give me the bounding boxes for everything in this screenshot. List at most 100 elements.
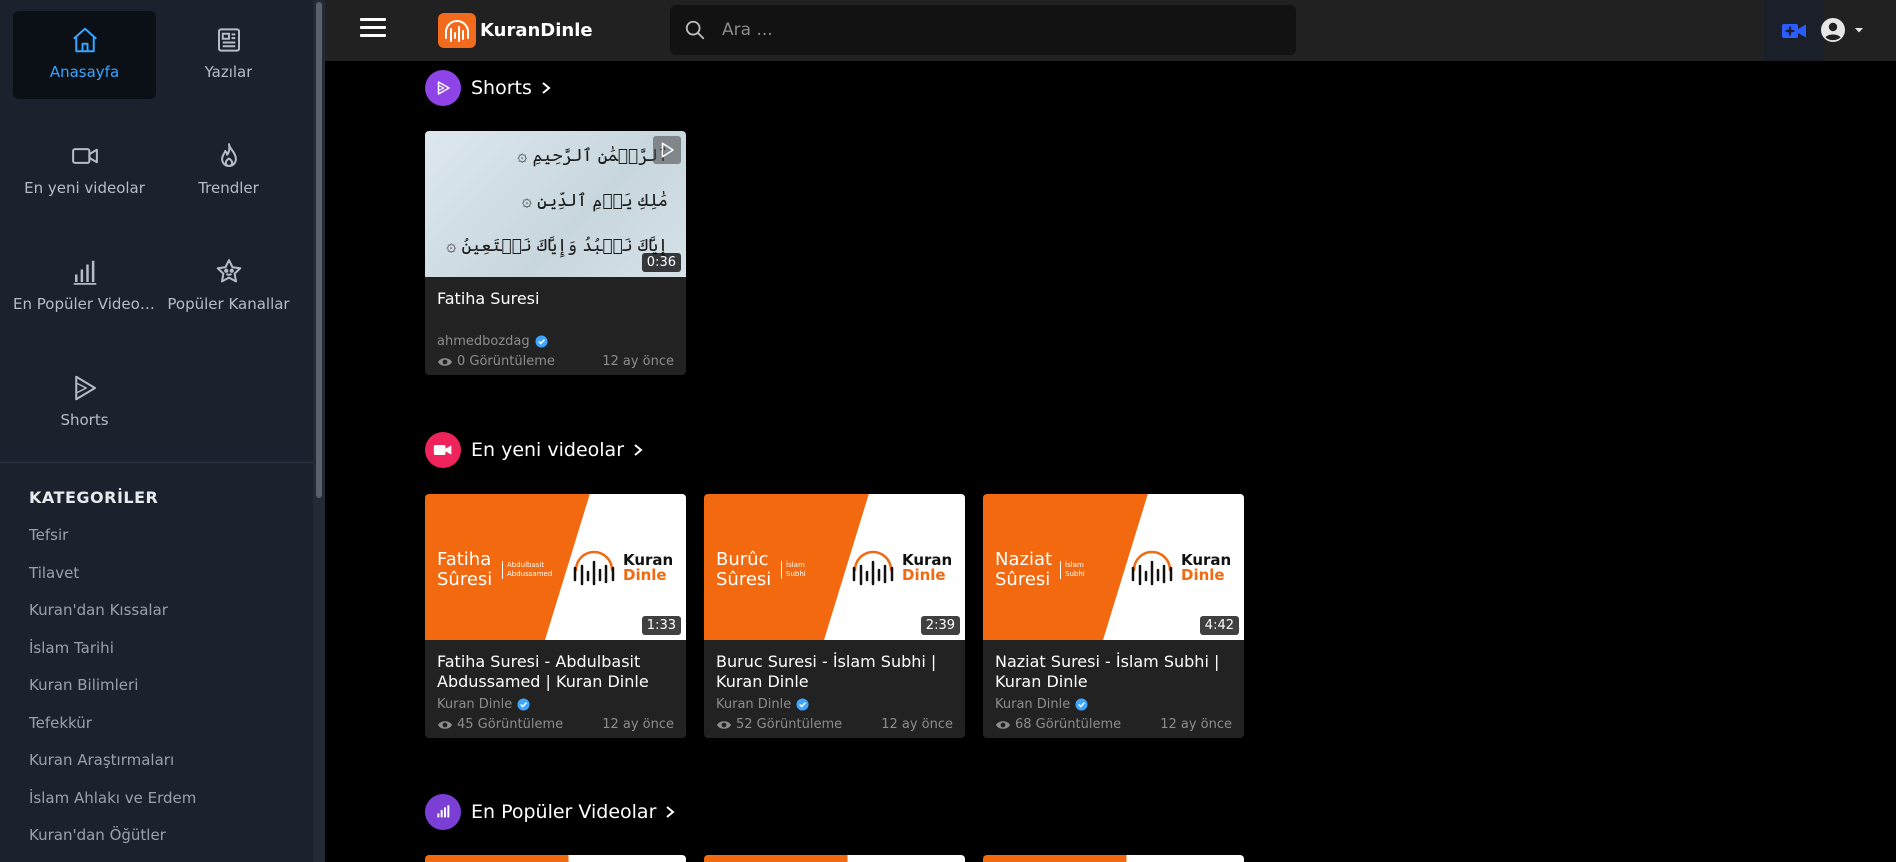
- thumbnail-reciter: İslam Subhi: [1060, 561, 1085, 579]
- top-header: KuranDinle: [325, 0, 1896, 61]
- channel-name[interactable]: Kuran Dinle: [437, 697, 530, 712]
- sidebar-item-trends[interactable]: Trendler: [157, 127, 300, 215]
- video-card-peek[interactable]: [983, 855, 1244, 862]
- channel-name-text: Kuran Dinle: [716, 697, 792, 712]
- video-title[interactable]: Fatiha Suresi: [437, 289, 677, 309]
- flame-icon: [220, 143, 237, 167]
- section-title: Shorts: [471, 77, 532, 99]
- category-item[interactable]: İslam Ahlakı ve Erdem: [29, 787, 196, 825]
- view-count: 52 Görüntüleme: [716, 717, 842, 732]
- star-badge-icon: [216, 259, 241, 283]
- shorts-play-icon: [74, 375, 96, 401]
- upload-date: 12 ay önce: [881, 717, 953, 732]
- view-count: 0 Görüntüleme: [437, 354, 555, 369]
- user-menu-button[interactable]: [1820, 17, 1866, 43]
- channel-name[interactable]: Kuran Dinle: [716, 697, 809, 712]
- thumbnail-reciter: İslam Subhi: [781, 561, 806, 579]
- view-count-text: 0 Görüntüleme: [457, 354, 555, 369]
- chevron-right-icon: [542, 82, 551, 94]
- sidebar-item-label: En Popüler Videolar: [13, 295, 156, 313]
- category-item[interactable]: Kuran'dan Kıssalar: [29, 599, 196, 637]
- sidebar-item-label: En yeni videolar: [24, 179, 145, 197]
- shorts-badge-icon: [653, 136, 681, 164]
- category-item[interactable]: Kuran Bilimleri: [29, 674, 196, 712]
- channel-name-text: Kuran Dinle: [995, 697, 1071, 712]
- newspaper-icon: [217, 28, 240, 52]
- category-list: Tefsir Tilavet Kuran'dan Kıssalar İslam …: [29, 524, 196, 862]
- search-bar: [670, 5, 1296, 55]
- channel-name[interactable]: ahmedbozdag: [437, 334, 548, 349]
- shorts-card[interactable]: ٱلرَّحۡمَٰنِ ٱلرَّحِيمِ ۞ مَٰلِكِ يَوۡمِ…: [425, 131, 686, 375]
- video-card-peek[interactable]: [704, 855, 965, 862]
- headphones-logo-icon: [573, 550, 615, 586]
- sidebar-item-articles[interactable]: Yazılar: [157, 11, 300, 99]
- category-item[interactable]: Kuran Araştırmaları: [29, 749, 196, 787]
- bar-chart-icon: [73, 260, 96, 285]
- sidebar-item-home[interactable]: Anasayfa: [13, 11, 156, 99]
- category-item[interactable]: Tefekkür: [29, 712, 196, 750]
- thumbnail-brand-logo: Kuran Dinle: [1129, 548, 1231, 588]
- sidebar-item-label: Anasayfa: [49, 63, 120, 81]
- category-item[interactable]: Tilavet: [29, 562, 196, 600]
- sidebar-item-popular-channels[interactable]: Popüler Kanallar: [157, 243, 300, 331]
- video-title[interactable]: Naziat Suresi - İslam Subhi | Kuran Dinl…: [995, 652, 1235, 692]
- video-card[interactable]: Burûc Sûresi İslam Subhi Kuran Dinle 2:39 B…: [704, 494, 965, 738]
- menu-icon[interactable]: [360, 18, 386, 42]
- sidebar-scrollbar-thumb[interactable]: [316, 2, 322, 498]
- upload-video-button[interactable]: [1764, 0, 1824, 61]
- eye-icon: [717, 720, 731, 729]
- video-title[interactable]: Buruc Suresi - İslam Subhi | Kuran Dinle: [716, 652, 956, 692]
- video-camera-icon: [71, 148, 98, 164]
- eye-icon: [996, 720, 1010, 729]
- sidebar: Anasayfa Yazılar En yeni videolar Trendl…: [0, 0, 325, 862]
- section-header-latest-videos[interactable]: En yeni videolar: [425, 432, 644, 468]
- home-icon: [72, 27, 97, 53]
- video-card-peek[interactable]: [425, 855, 686, 862]
- video-thumbnail[interactable]: Burûc Sûresi İslam Subhi Kuran Dinle 2:39: [704, 494, 965, 640]
- search-icon[interactable]: [684, 19, 706, 41]
- upload-date: 12 ay önce: [602, 717, 674, 732]
- view-count-text: 52 Görüntüleme: [736, 717, 843, 732]
- channel-name[interactable]: Kuran Dinle: [995, 697, 1088, 712]
- chevron-right-icon: [634, 444, 643, 456]
- view-count-text: 45 Görüntüleme: [457, 717, 564, 732]
- sidebar-item-label: Popüler Kanallar: [167, 295, 290, 313]
- sidebar-item-shorts[interactable]: Shorts: [13, 359, 156, 447]
- upload-date: 12 ay önce: [1160, 717, 1232, 732]
- video-card[interactable]: Naziat Sûresi İslam Subhi Kuran Dinle 4:42 …: [983, 494, 1244, 738]
- thumbnail-surah-name: Naziat Sûresi: [995, 549, 1053, 590]
- section-title: En yeni videolar: [471, 439, 625, 461]
- eye-icon: [438, 357, 452, 366]
- channel-name-text: Kuran Dinle: [437, 697, 513, 712]
- category-item[interactable]: Tefsir: [29, 524, 196, 562]
- logo-text: KuranDinle: [480, 20, 593, 41]
- video-duration: 4:42: [1199, 616, 1239, 635]
- arabic-verse: ٱلرَّحۡمَٰنِ ٱلرَّحِيمِ ۞: [517, 146, 668, 166]
- video-thumbnail[interactable]: Naziat Sûresi İslam Subhi Kuran Dinle 4:42: [983, 494, 1244, 640]
- video-thumbnail[interactable]: ٱلرَّحۡمَٰنِ ٱلرَّحِيمِ ۞ مَٰلِكِ يَوۡمِ…: [425, 131, 686, 277]
- video-duration: 1:33: [641, 616, 681, 635]
- category-item[interactable]: İslam Tarihi: [29, 637, 196, 675]
- video-card[interactable]: Fatiha Sûresi Abdulbasit Abdussamed Kuran D…: [425, 494, 686, 738]
- sidebar-item-popular-videos[interactable]: En Popüler Videolar: [13, 243, 156, 331]
- categories-title: KATEGORİLER: [29, 488, 159, 507]
- section-header-popular-videos[interactable]: En Popüler Videolar: [425, 794, 676, 830]
- user-avatar-icon: [1821, 18, 1845, 42]
- view-count: 68 Görüntüleme: [995, 717, 1121, 732]
- eye-icon: [438, 720, 452, 729]
- category-item[interactable]: Kuran'dan Öğütler: [29, 824, 196, 862]
- site-logo[interactable]: KuranDinle: [438, 13, 593, 48]
- popular-section-icon: [425, 794, 461, 830]
- video-thumbnail[interactable]: Fatiha Sûresi Abdulbasit Abdussamed Kuran D…: [425, 494, 686, 640]
- sidebar-item-latest-videos[interactable]: En yeni videolar: [13, 127, 156, 215]
- headphones-logo-icon: [1131, 550, 1173, 586]
- sidebar-item-label: Shorts: [60, 411, 109, 429]
- sidebar-item-label: Trendler: [198, 179, 259, 197]
- search-input[interactable]: [722, 20, 1282, 40]
- video-title[interactable]: Fatiha Suresi - Abdulbasit Abdussamed | …: [437, 652, 677, 692]
- section-title: En Popüler Videolar: [471, 801, 657, 823]
- section-header-shorts[interactable]: Shorts: [425, 70, 552, 106]
- thumbnail-reciter: Abdulbasit Abdussamed: [502, 561, 552, 579]
- thumbnail-surah-name: Burûc Sûresi: [716, 549, 772, 590]
- chevron-right-icon: [666, 806, 675, 818]
